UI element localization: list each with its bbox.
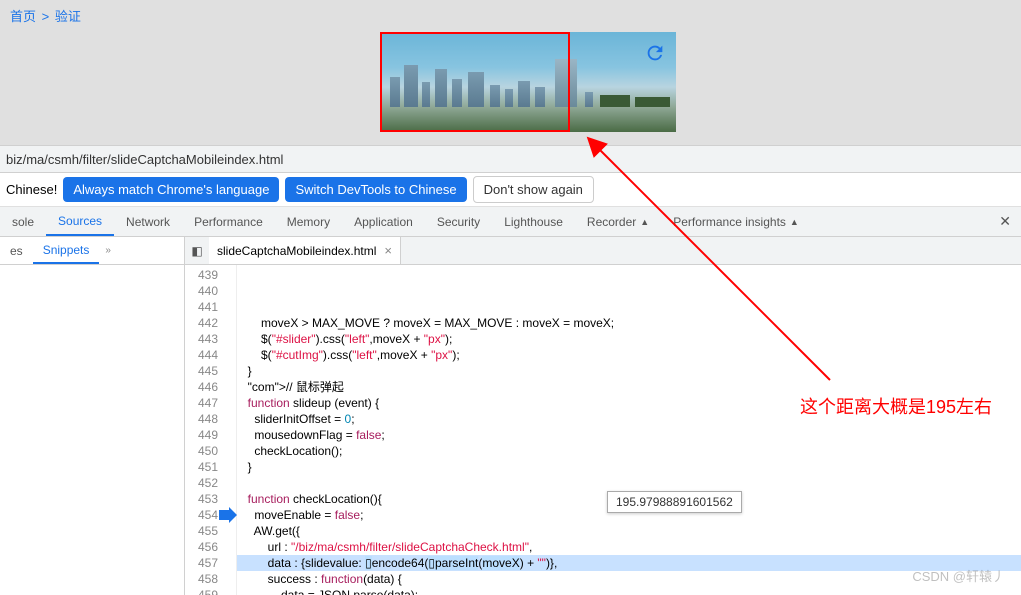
code-lines[interactable]: 195.97988891601562 moveX > MAX_MOVE ? mo… xyxy=(237,265,1021,595)
devtools-tabs: sole Sources Network Performance Memory … xyxy=(0,207,1021,237)
watermark: CSDN @轩辕丿 xyxy=(912,566,1005,585)
close-icon[interactable]: ✕ xyxy=(989,213,1021,230)
chevron-right-icon[interactable]: » xyxy=(99,245,117,256)
line-gutter: 4394404414424434444454464474484494504514… xyxy=(185,265,237,595)
nav-files-icon[interactable]: ◧ xyxy=(185,244,209,258)
tab-console[interactable]: sole xyxy=(0,207,46,236)
tab-performance[interactable]: Performance xyxy=(182,207,275,236)
tab-network[interactable]: Network xyxy=(114,207,182,236)
value-tooltip: 195.97988891601562 xyxy=(607,491,742,513)
breadcrumb-home[interactable]: 首页 xyxy=(10,9,36,24)
file-tab-label: slideCaptchaMobileindex.html xyxy=(217,244,376,258)
breadcrumb: 首页 > 验证 xyxy=(10,6,81,25)
refresh-icon[interactable] xyxy=(644,42,666,64)
lang-prefix: Chinese! xyxy=(6,182,57,197)
dont-show-button[interactable]: Don't show again xyxy=(473,176,594,203)
tab-security[interactable]: Security xyxy=(425,207,492,236)
tab-perfinsights[interactable]: Performance insights▲ xyxy=(661,207,811,236)
url-text: biz/ma/csmh/filter/slideCaptchaMobileind… xyxy=(6,152,283,167)
left-panel: es Snippets » xyxy=(0,237,185,595)
subtab-es[interactable]: es xyxy=(0,237,33,264)
captcha-image[interactable] xyxy=(380,32,676,132)
file-tabs: ◧ slideCaptchaMobileindex.html × xyxy=(185,237,1021,265)
tab-application[interactable]: Application xyxy=(342,207,425,236)
switch-devtools-button[interactable]: Switch DevTools to Chinese xyxy=(285,177,466,202)
tab-sources[interactable]: Sources xyxy=(46,207,114,236)
tab-lighthouse[interactable]: Lighthouse xyxy=(492,207,575,236)
sources-subtabs: es Snippets » xyxy=(0,237,184,265)
subtab-snippets[interactable]: Snippets xyxy=(33,237,100,264)
annotation-text: 这个距离大概是195左右 xyxy=(800,395,1000,420)
url-bar: biz/ma/csmh/filter/slideCaptchaMobileind… xyxy=(0,145,1021,173)
breadcrumb-sep: > xyxy=(42,9,50,24)
code-editor[interactable]: 4394404414424434444454464474484494504514… xyxy=(185,265,1021,595)
language-bar: Chinese! Always match Chrome's language … xyxy=(0,173,1021,207)
tab-recorder[interactable]: Recorder▲ xyxy=(575,207,661,236)
always-match-button[interactable]: Always match Chrome's language xyxy=(63,177,279,202)
tab-memory[interactable]: Memory xyxy=(275,207,342,236)
close-file-icon[interactable]: × xyxy=(384,243,392,258)
file-tab[interactable]: slideCaptchaMobileindex.html × xyxy=(209,237,401,264)
breadcrumb-current: 验证 xyxy=(55,9,81,24)
page-content: 首页 > 验证 xyxy=(0,0,1021,145)
